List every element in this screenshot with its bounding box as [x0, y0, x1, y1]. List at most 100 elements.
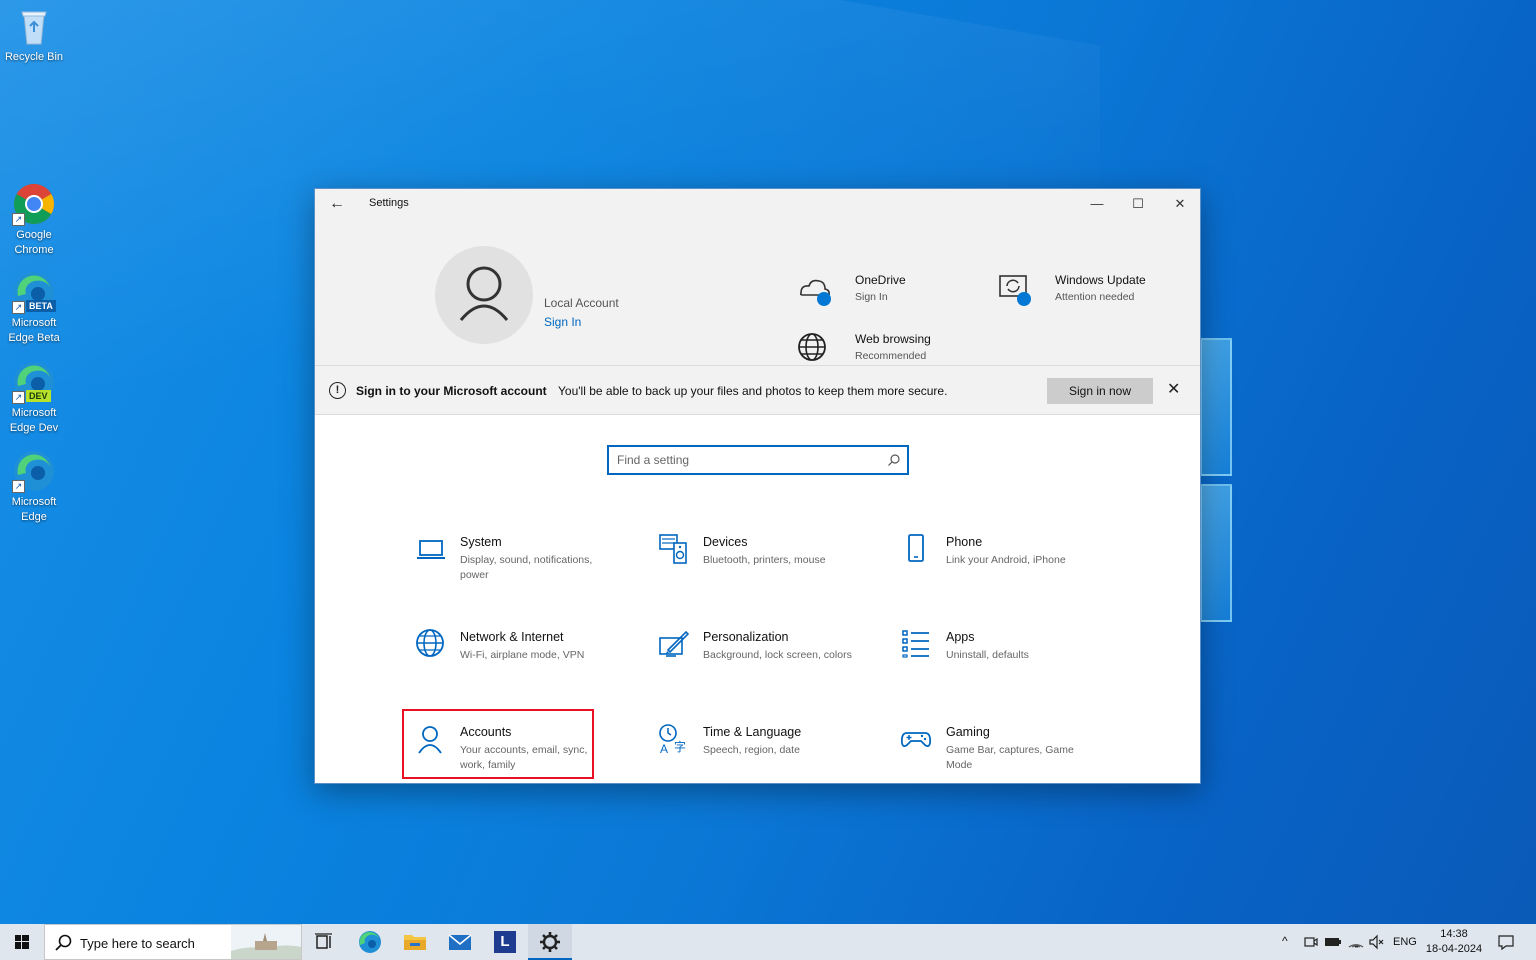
info-icon: !	[329, 382, 346, 399]
shortcut-arrow-icon: ↗	[12, 301, 25, 314]
desktop-icon-label: Microsoft Edge Beta	[8, 317, 60, 344]
language-indicator[interactable]: ENG	[1393, 936, 1417, 960]
minimize-button[interactable]: —	[1077, 193, 1117, 215]
desktop-icon-edge-dev[interactable]: ↗ DEV Microsoft Edge Dev	[4, 360, 64, 436]
laptop-icon	[417, 540, 445, 559]
avatar[interactable]	[435, 246, 533, 344]
shortcut-arrow-icon: ↗	[12, 391, 25, 404]
sign-in-now-button[interactable]: Sign in now	[1047, 378, 1153, 404]
find-setting-search[interactable]	[607, 445, 909, 475]
volume-muted-icon[interactable]	[1368, 934, 1384, 950]
tile-title: Gaming	[946, 725, 990, 739]
tile-devices[interactable]: Devices Bluetooth, printers, mouse	[658, 533, 858, 597]
desktop-icon-label: Microsoft Edge Dev	[9, 407, 59, 434]
edge-dev-icon: ↗ DEV	[12, 360, 56, 404]
chevron-up-icon[interactable]: ^	[1282, 934, 1288, 960]
tile-description: Background, lock screen, colors	[703, 649, 852, 661]
svg-text:字: 字	[674, 739, 686, 754]
wallpaper-logo-pane	[1200, 338, 1232, 476]
tile-description: Game Bar, captures, Game Mode	[946, 744, 1074, 771]
person-icon	[459, 266, 509, 321]
back-arrow-icon[interactable]: ←	[329, 195, 345, 213]
desktop-icon-google-chrome[interactable]: ↗ Google Chrome	[4, 182, 64, 258]
search-icon	[888, 454, 900, 466]
desktop-icon-label: Recycle Bin	[4, 51, 64, 63]
taskbar-search-box[interactable]: Type here to search	[44, 924, 302, 960]
phone-icon	[908, 534, 924, 562]
tile-title: Phone	[946, 535, 983, 549]
search-icon	[55, 934, 72, 951]
close-icon[interactable]: ✕	[1167, 379, 1180, 399]
taskbar-file-explorer[interactable]	[393, 924, 437, 960]
svg-text:A: A	[660, 742, 668, 755]
hero-item-subtitle: Sign In	[855, 291, 888, 303]
edge-icon	[359, 931, 381, 953]
hero-item-title: Web browsing	[855, 332, 931, 346]
tile-system[interactable]: System Display, sound, notifications, po…	[415, 533, 615, 597]
shortcut-arrow-icon: ↗	[12, 213, 25, 226]
tile-time-language[interactable]: A 字 Time & Language Speech, region, date	[658, 723, 858, 787]
search-highlight-illustration	[231, 925, 301, 959]
start-button[interactable]	[0, 924, 44, 960]
folder-icon	[404, 935, 426, 950]
tile-network-internet[interactable]: Network & Internet Wi-Fi, airplane mode,…	[415, 628, 615, 692]
chrome-icon: ↗	[12, 182, 56, 226]
tile-title: Apps	[946, 630, 975, 644]
search-input[interactable]	[609, 447, 869, 473]
taskbar-search-text: Type here to search	[80, 936, 195, 951]
tile-description: Display, sound, notifications, power	[460, 554, 593, 581]
desktop-icon-edge-beta[interactable]: ↗ BETA Microsoft Edge Beta	[4, 270, 64, 346]
task-view-button[interactable]	[302, 924, 346, 960]
account-sign-in-link[interactable]: Sign In	[544, 315, 581, 329]
battery-icon[interactable]	[1324, 934, 1342, 950]
meet-now-icon[interactable]	[1303, 934, 1319, 950]
shortcut-arrow-icon: ↗	[12, 480, 25, 493]
tile-title: Personalization	[703, 630, 789, 644]
wifi-icon[interactable]	[1347, 933, 1365, 951]
wallpaper-logo-pane	[1200, 484, 1232, 622]
tile-personalization[interactable]: Personalization Background, lock screen,…	[658, 628, 858, 692]
settings-window: ← Settings — ☐ ✕ Local Account Sign In O…	[314, 188, 1201, 784]
task-view-icon	[315, 933, 332, 949]
microsoft-account-banner: ! Sign in to your Microsoft account You'…	[315, 365, 1200, 415]
taskbar-l-app[interactable]: L	[483, 924, 527, 960]
maximize-button[interactable]: ☐	[1118, 193, 1158, 215]
edge-icon: ↗	[12, 449, 56, 493]
tile-description: Link your Android, iPhone	[946, 554, 1066, 566]
account-name: Local Account	[544, 296, 619, 310]
taskbar: Type here to search L ^ ENG 14:38 18-04-…	[0, 924, 1536, 960]
mail-icon	[448, 934, 472, 950]
hero-item-title: Windows Update	[1055, 273, 1146, 287]
desktop-icon-label: Microsoft Edge	[11, 496, 57, 523]
desktop-icon-edge[interactable]: ↗ Microsoft Edge	[4, 449, 64, 525]
close-button[interactable]: ✕	[1160, 193, 1200, 215]
title-bar: ← Settings — ☐ ✕	[315, 189, 1200, 219]
time-language-icon: A 字	[659, 724, 686, 755]
clock-date: 18-04-2024	[1425, 943, 1483, 955]
l-app-letter: L	[500, 933, 510, 950]
tile-description: Uninstall, defaults	[946, 649, 1029, 661]
globe-icon	[797, 330, 833, 366]
tile-title: System	[460, 535, 502, 549]
tile-description: Speech, region, date	[703, 744, 800, 756]
desktop-icon-recycle-bin[interactable]: Recycle Bin	[4, 4, 64, 65]
update-icon	[997, 271, 1033, 307]
system-clock[interactable]: 14:38 18-04-2024	[1422, 927, 1486, 957]
window-title: Settings	[369, 197, 409, 209]
desktop-icon-label: Google Chrome	[14, 229, 54, 256]
tile-title: Time & Language	[703, 725, 802, 739]
notification-icon[interactable]	[1497, 933, 1515, 951]
tile-gaming[interactable]: Gaming Game Bar, captures, Game Mode	[901, 723, 1101, 787]
taskbar-mail[interactable]	[438, 924, 482, 960]
tile-apps[interactable]: Apps Uninstall, defaults	[901, 628, 1101, 692]
hero-item-subtitle: Attention needed	[1055, 291, 1135, 303]
apps-list-icon	[902, 630, 929, 658]
taskbar-settings[interactable]	[528, 924, 572, 960]
tile-description: Bluetooth, printers, mouse	[703, 554, 826, 566]
devices-icon	[659, 534, 687, 564]
tile-phone[interactable]: Phone Link your Android, iPhone	[901, 533, 1101, 597]
tile-title: Network & Internet	[460, 630, 564, 644]
clock-time: 14:38	[1440, 928, 1468, 940]
l-app-icon: L	[494, 931, 516, 953]
taskbar-edge[interactable]	[348, 924, 392, 960]
